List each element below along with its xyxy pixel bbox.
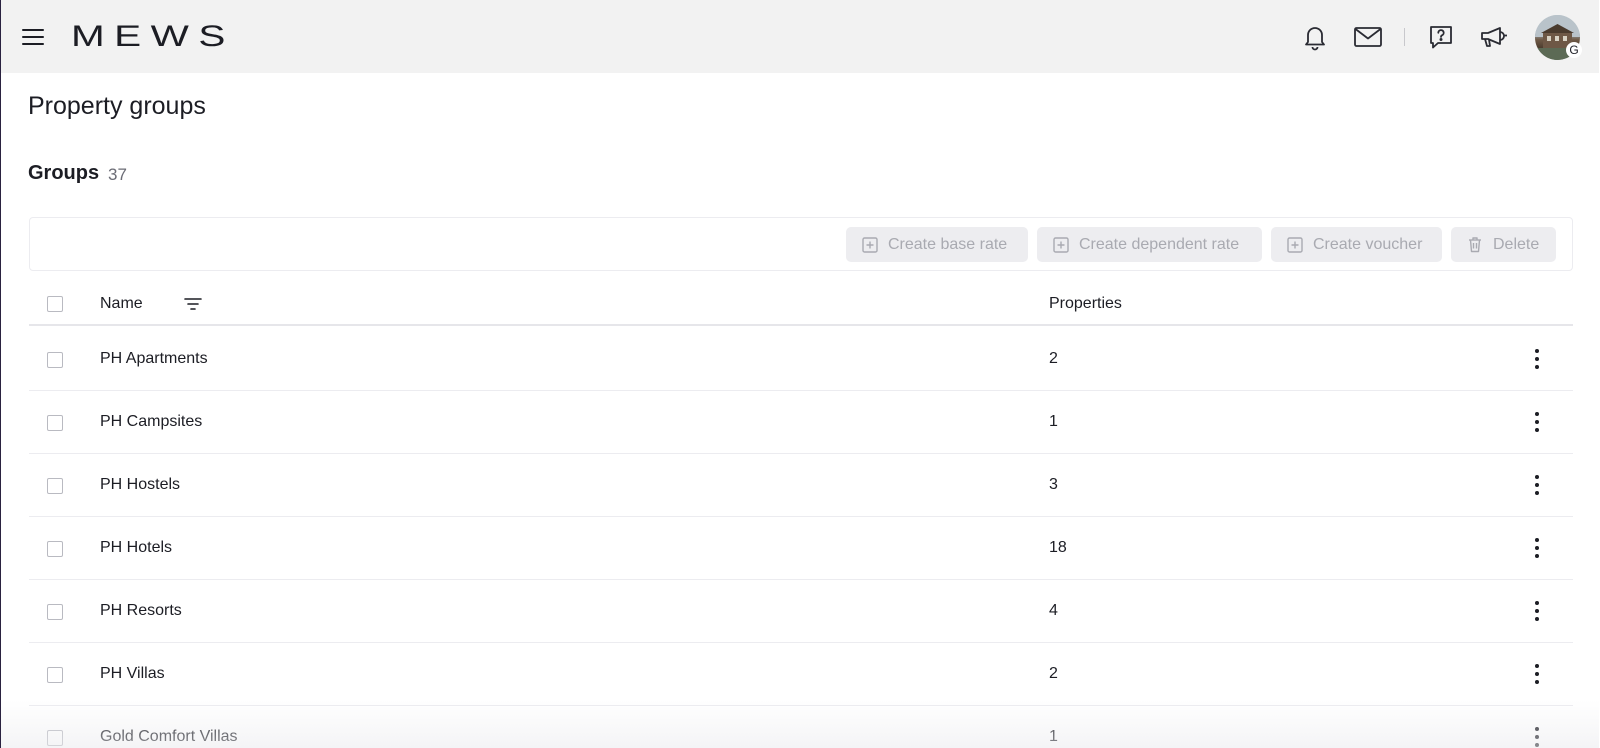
row-checkbox[interactable] (47, 415, 63, 431)
row-checkbox[interactable] (47, 478, 63, 494)
top-bar: MEWS G (1, 0, 1599, 73)
row-checkbox[interactable] (47, 667, 63, 683)
page-title: Property groups (28, 92, 206, 120)
table-row[interactable]: PH Campsites 1 (29, 391, 1573, 454)
more-options-icon[interactable] (1527, 725, 1547, 748)
more-options-icon[interactable] (1527, 536, 1547, 560)
help-icon[interactable] (1426, 22, 1456, 52)
delete-label: Delete (1493, 235, 1540, 253)
group-name[interactable]: PH Hotels (100, 539, 172, 557)
table-row[interactable]: Gold Comfort Villas 1 (29, 706, 1573, 748)
row-checkbox[interactable] (47, 730, 63, 746)
more-options-icon[interactable] (1527, 410, 1547, 434)
app-window: MEWS G Property groups Groups 37 Create … (0, 0, 1599, 748)
mail-icon[interactable] (1353, 22, 1383, 52)
table-row[interactable]: PH Apartments 2 (29, 328, 1573, 391)
more-options-icon[interactable] (1527, 599, 1547, 623)
bulk-actions-toolbar: Create base rate Create dependent rate C… (29, 217, 1573, 271)
group-name[interactable]: PH Apartments (100, 350, 208, 368)
filter-icon[interactable] (182, 293, 204, 315)
more-options-icon[interactable] (1527, 662, 1547, 686)
table-row[interactable]: PH Hostels 3 (29, 454, 1573, 517)
group-name[interactable]: PH Hostels (100, 476, 180, 494)
group-name[interactable]: PH Resorts (100, 602, 182, 620)
hamburger-menu-icon[interactable] (21, 26, 45, 48)
trash-icon (1469, 237, 1481, 253)
column-header-name[interactable]: Name (100, 295, 143, 313)
delete-button[interactable]: Delete (1451, 227, 1556, 262)
row-checkbox[interactable] (47, 352, 63, 368)
table-row[interactable]: PH Villas 2 (29, 643, 1573, 706)
row-checkbox[interactable] (47, 541, 63, 557)
create-base-rate-button[interactable]: Create base rate (846, 227, 1028, 262)
header-divider (1404, 28, 1405, 46)
megaphone-icon[interactable] (1479, 22, 1509, 52)
plus-square-icon (862, 236, 878, 253)
group-name[interactable]: PH Villas (100, 665, 165, 683)
group-properties-count: 18 (1049, 539, 1067, 556)
group-name[interactable]: Gold Comfort Villas (100, 728, 238, 746)
create-voucher-label: Create voucher (1313, 235, 1423, 253)
create-base-rate-label: Create base rate (888, 235, 1008, 253)
table-header: Name Properties (29, 282, 1573, 326)
group-properties-count: 4 (1049, 602, 1058, 619)
groups-heading: Groups (28, 162, 100, 184)
group-properties-count: 2 (1049, 350, 1058, 367)
group-name[interactable]: PH Campsites (100, 413, 202, 431)
select-all-checkbox[interactable] (47, 296, 63, 312)
table-row[interactable]: PH Hotels 18 (29, 517, 1573, 580)
avatar-badge: G (1566, 42, 1582, 58)
mews-logo[interactable]: MEWS (71, 20, 235, 54)
create-dependent-rate-button[interactable]: Create dependent rate (1037, 227, 1262, 262)
group-properties-count: 1 (1049, 413, 1058, 430)
plus-square-icon (1287, 236, 1303, 253)
table-row[interactable]: PH Resorts 4 (29, 580, 1573, 643)
more-options-icon[interactable] (1527, 347, 1547, 371)
group-properties-count: 2 (1049, 665, 1058, 682)
bell-icon[interactable] (1300, 22, 1330, 52)
more-options-icon[interactable] (1527, 473, 1547, 497)
create-voucher-button[interactable]: Create voucher (1271, 227, 1442, 262)
create-dependent-rate-label: Create dependent rate (1079, 235, 1240, 253)
group-properties-count: 3 (1049, 476, 1058, 493)
row-checkbox[interactable] (47, 604, 63, 620)
group-properties-count: 1 (1049, 728, 1058, 745)
plus-square-icon (1053, 236, 1069, 253)
groups-count: 37 (108, 165, 127, 184)
column-header-properties[interactable]: Properties (1049, 295, 1122, 313)
